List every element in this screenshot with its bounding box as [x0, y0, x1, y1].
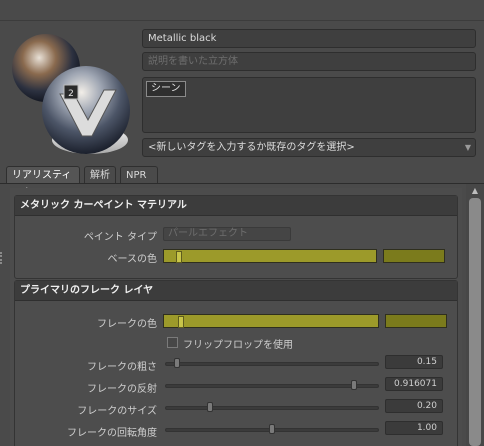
tab-realistic[interactable]: リアリスティック	[6, 166, 80, 199]
flake-size-knob[interactable]	[207, 402, 213, 412]
flake-reflection-knob[interactable]	[351, 380, 357, 390]
flake-rotation-value[interactable]: 1.00	[385, 421, 443, 435]
base-color-swatch[interactable]	[383, 249, 445, 263]
base-color-label: ベースの色	[107, 254, 158, 265]
material-preview[interactable]: 2	[8, 24, 140, 160]
flipflop-checkbox[interactable]	[167, 337, 178, 348]
base-color-bar[interactable]	[163, 249, 377, 263]
material-properties-panel: メタリック カーペイント マテリアル ペイント タイプ パールエフェクト ベース…	[10, 188, 462, 446]
flake-roughness-slider[interactable]	[165, 358, 379, 368]
flake-section-title[interactable]: プライマリのフレーク レイヤ	[15, 281, 457, 301]
flake-roughness-knob[interactable]	[174, 358, 180, 368]
flake-color-bar[interactable]	[163, 314, 379, 328]
chevron-down-icon[interactable]: ▼	[465, 139, 471, 156]
flake-color-swatch[interactable]	[385, 314, 447, 328]
carpaint-section-title[interactable]: メタリック カーペイント マテリアル	[15, 196, 457, 216]
flake-color-handle[interactable]	[178, 316, 184, 328]
scrollbar-thumb[interactable]	[469, 198, 481, 446]
flake-rotation-slider[interactable]	[165, 424, 379, 434]
tag-input-placeholder: <新しいタグを入力するか既存のタグを選択>	[148, 142, 355, 153]
flake-size-slider[interactable]	[165, 402, 379, 412]
properties-scrollbar[interactable]: ▲	[466, 184, 484, 446]
tab-underline	[0, 183, 484, 184]
flake-color-label: フレークの色	[97, 319, 157, 330]
tab-analysis[interactable]: 解析	[84, 166, 116, 184]
tag-input-select[interactable]: <新しいタグを入力するか既存のタグを選択> ▼	[142, 138, 476, 157]
flake-rotation-label: フレークの回転角度	[67, 428, 157, 439]
preview-badge-text: 2	[68, 89, 74, 99]
top-toolbar-strip	[0, 0, 484, 21]
panel-resize-grip[interactable]	[0, 252, 4, 264]
flake-reflection-value[interactable]: 0.916071	[385, 377, 443, 391]
flake-reflection-slider[interactable]	[165, 380, 379, 390]
flipflop-label: フリップフロップを使用	[183, 340, 293, 351]
scene-tag-button[interactable]: シーン	[146, 81, 186, 97]
paint-type-label: ペイント タイプ	[83, 232, 157, 243]
flake-size-label: フレークのサイズ	[77, 406, 157, 417]
material-name-field[interactable]: Metallic black	[142, 29, 476, 48]
flake-section: プライマリのフレーク レイヤ フレークの色 フリップフロップを使用 フレークの粗…	[14, 280, 458, 446]
tag-area[interactable]: シーン	[142, 77, 476, 133]
flake-roughness-label: フレークの粗さ	[87, 362, 157, 373]
flake-rotation-knob[interactable]	[269, 424, 275, 434]
tab-npr[interactable]: NPR	[120, 166, 158, 184]
flake-size-value[interactable]: 0.20	[385, 399, 443, 413]
carpaint-section: メタリック カーペイント マテリアル ペイント タイプ パールエフェクト ベース…	[14, 195, 458, 279]
paint-type-value: パールエフェクト	[168, 228, 248, 239]
material-description-field[interactable]: 説明を書いた立方体	[142, 52, 476, 71]
flake-reflection-label: フレークの反射	[87, 384, 157, 395]
base-color-handle[interactable]	[176, 251, 182, 263]
paint-type-dropdown[interactable]: パールエフェクト	[163, 227, 291, 241]
scroll-up-icon[interactable]: ▲	[469, 186, 481, 196]
preview-sphere-front	[42, 66, 130, 154]
flake-roughness-value[interactable]: 0.15	[385, 355, 443, 369]
